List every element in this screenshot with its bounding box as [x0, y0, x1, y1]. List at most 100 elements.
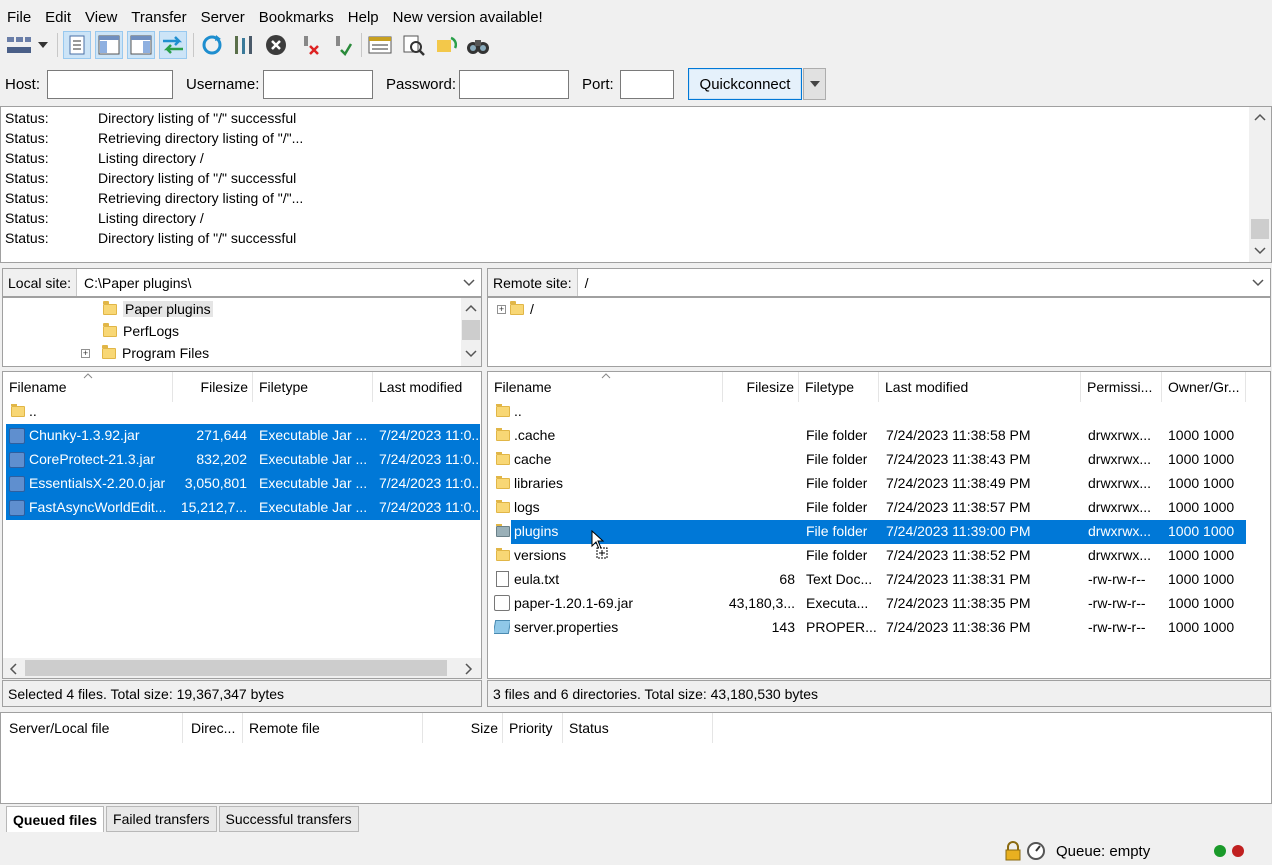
drag-copy-cursor-icon	[591, 530, 608, 559]
quickconnect-button[interactable]: Quickconnect	[688, 68, 802, 100]
scroll-left-icon[interactable]	[9, 663, 17, 675]
column-header-remote-file[interactable]: Remote file	[243, 713, 423, 743]
column-header-direction[interactable]: Direc...	[183, 713, 243, 743]
username-input[interactable]	[263, 70, 373, 99]
tree-item-paper-plugins[interactable]: Paper plugins	[103, 298, 213, 320]
password-input[interactable]	[459, 70, 569, 99]
menu-new-version[interactable]: New version available!	[393, 9, 543, 26]
table-row[interactable]: ..	[3, 400, 481, 424]
quickconnect-history-dropdown[interactable]	[803, 68, 826, 100]
remote-site-bar: Remote site: /	[487, 268, 1271, 297]
column-header-server-local-file[interactable]: Server/Local file	[1, 713, 183, 743]
jar-file-icon	[9, 428, 25, 444]
sync-browse-icon[interactable]	[432, 31, 460, 59]
column-header-last-modified[interactable]: Last modified	[373, 372, 481, 402]
local-tree-scrollbar[interactable]	[461, 298, 481, 366]
table-row[interactable]: cache File folder 7/24/2023 11:38:43 PM …	[488, 448, 1248, 472]
expand-icon[interactable]: +	[81, 348, 90, 358]
remote-path-input[interactable]: /	[578, 275, 1252, 291]
quickconnect-bar: Host: Username: Password: Port:	[0, 66, 1272, 102]
tab-failed-transfers[interactable]: Failed transfers	[106, 806, 217, 832]
text-file-icon	[496, 571, 509, 587]
tree-item-program-files[interactable]: + Program Files	[81, 342, 209, 364]
scroll-up-icon[interactable]	[1254, 113, 1266, 121]
chevron-down-icon[interactable]	[1252, 278, 1264, 287]
sort-ascending-icon	[83, 373, 93, 379]
transfer-queue-icon[interactable]	[159, 31, 187, 59]
column-header-permissions[interactable]: Permissi...	[1081, 372, 1162, 402]
local-site-bar: Local site: C:\Paper plugins\	[2, 268, 482, 297]
dropdown-arrow-icon[interactable]	[33, 31, 53, 59]
local-file-list: Filename Filesize Filetype Last modified…	[2, 371, 482, 679]
menu-server[interactable]: Server	[201, 9, 245, 26]
host-input[interactable]	[47, 70, 173, 99]
chevron-down-icon	[809, 81, 820, 87]
table-row[interactable]: libraries File folder 7/24/2023 11:38:49…	[488, 472, 1248, 496]
expand-icon[interactable]: +	[497, 304, 506, 314]
table-row[interactable]: logs File folder 7/24/2023 11:38:57 PM d…	[488, 496, 1248, 520]
folder-icon	[103, 300, 117, 315]
column-header-filetype[interactable]: Filetype	[799, 372, 879, 402]
table-row[interactable]: EssentialsX-2.20.0.jar 3,050,801 Executa…	[6, 472, 480, 496]
table-row[interactable]: ..	[488, 400, 1248, 424]
folder-icon	[496, 548, 510, 561]
table-row[interactable]: Chunky-1.3.92.jar 271,644 Executable Jar…	[6, 424, 480, 448]
column-header-filetype[interactable]: Filetype	[253, 372, 373, 402]
menu-help[interactable]: Help	[348, 9, 379, 26]
table-row[interactable]: paper-1.20.1-69.jar 43,180,3... Executa.…	[488, 592, 1248, 616]
process-queue-icon[interactable]	[230, 31, 258, 59]
column-header-filesize[interactable]: Filesize	[173, 372, 253, 402]
search-icon[interactable]	[464, 31, 492, 59]
column-header-owner-group[interactable]: Owner/Gr...	[1162, 372, 1246, 402]
column-header-priority[interactable]: Priority	[503, 713, 563, 743]
scroll-down-icon[interactable]	[465, 350, 477, 358]
compare-icon[interactable]	[400, 31, 428, 59]
scroll-right-icon[interactable]	[465, 663, 473, 675]
tree-item-root[interactable]: + /	[497, 298, 534, 320]
tab-queued-files[interactable]: Queued files	[6, 806, 105, 832]
column-header-status[interactable]: Status	[563, 713, 713, 743]
local-path-input[interactable]: C:\Paper plugins\	[77, 275, 463, 291]
directory-filter-icon[interactable]	[366, 31, 394, 59]
log-scrollbar[interactable]	[1249, 107, 1271, 262]
tree-item-perflogs[interactable]: PerfLogs	[103, 320, 179, 342]
host-label: Host:	[5, 76, 41, 93]
remote-file-list: Filename Filesize Filetype Last modified…	[487, 371, 1271, 679]
port-input[interactable]	[620, 70, 674, 99]
cancel-icon[interactable]	[262, 31, 290, 59]
reconnect-icon[interactable]	[328, 31, 356, 59]
site-manager-icon[interactable]	[5, 31, 33, 59]
jar-file-icon	[9, 476, 25, 492]
remote-tree-icon[interactable]	[127, 31, 155, 59]
menu-transfer[interactable]: Transfer	[131, 9, 186, 26]
tab-successful-transfers[interactable]: Successful transfers	[218, 806, 359, 832]
jar-file-icon	[9, 500, 25, 516]
scroll-up-icon[interactable]	[465, 304, 477, 312]
table-row[interactable]: .cache File folder 7/24/2023 11:38:58 PM…	[488, 424, 1248, 448]
local-list-hscrollbar[interactable]	[3, 658, 481, 678]
column-header-last-modified[interactable]: Last modified	[879, 372, 1081, 402]
column-header-size[interactable]: Size	[423, 713, 503, 743]
menu-file[interactable]: File	[7, 9, 31, 26]
menu-bookmarks[interactable]: Bookmarks	[259, 9, 334, 26]
table-row[interactable]: eula.txt 68 Text Doc... 7/24/2023 11:38:…	[488, 568, 1248, 592]
menu-edit[interactable]: Edit	[45, 9, 71, 26]
scroll-down-icon[interactable]	[1254, 247, 1266, 255]
table-row[interactable]: CoreProtect-21.3.jar 832,202 Executable …	[6, 448, 480, 472]
menu-view[interactable]: View	[85, 9, 117, 26]
message-log-icon[interactable]	[63, 31, 91, 59]
table-row[interactable]: server.properties 143 PROPER... 7/24/202…	[488, 616, 1248, 640]
column-header-filesize[interactable]: Filesize	[723, 372, 799, 402]
queue-tabs: Queued files Failed transfers Successful…	[0, 806, 361, 832]
local-tree-icon[interactable]	[95, 31, 123, 59]
scroll-thumb[interactable]	[462, 320, 480, 340]
table-row[interactable]: FastAsyncWorldEdit... 15,212,7... Execut…	[6, 496, 480, 520]
sort-ascending-icon	[601, 373, 611, 379]
local-status-text: Selected 4 files. Total size: 19,367,347…	[2, 680, 482, 707]
log-scroll-thumb[interactable]	[1251, 219, 1269, 239]
disconnect-icon[interactable]	[296, 31, 324, 59]
scroll-thumb[interactable]	[25, 660, 447, 676]
chevron-down-icon[interactable]	[463, 278, 475, 287]
refresh-icon[interactable]	[198, 31, 226, 59]
speed-limit-icon[interactable]	[1026, 841, 1046, 861]
